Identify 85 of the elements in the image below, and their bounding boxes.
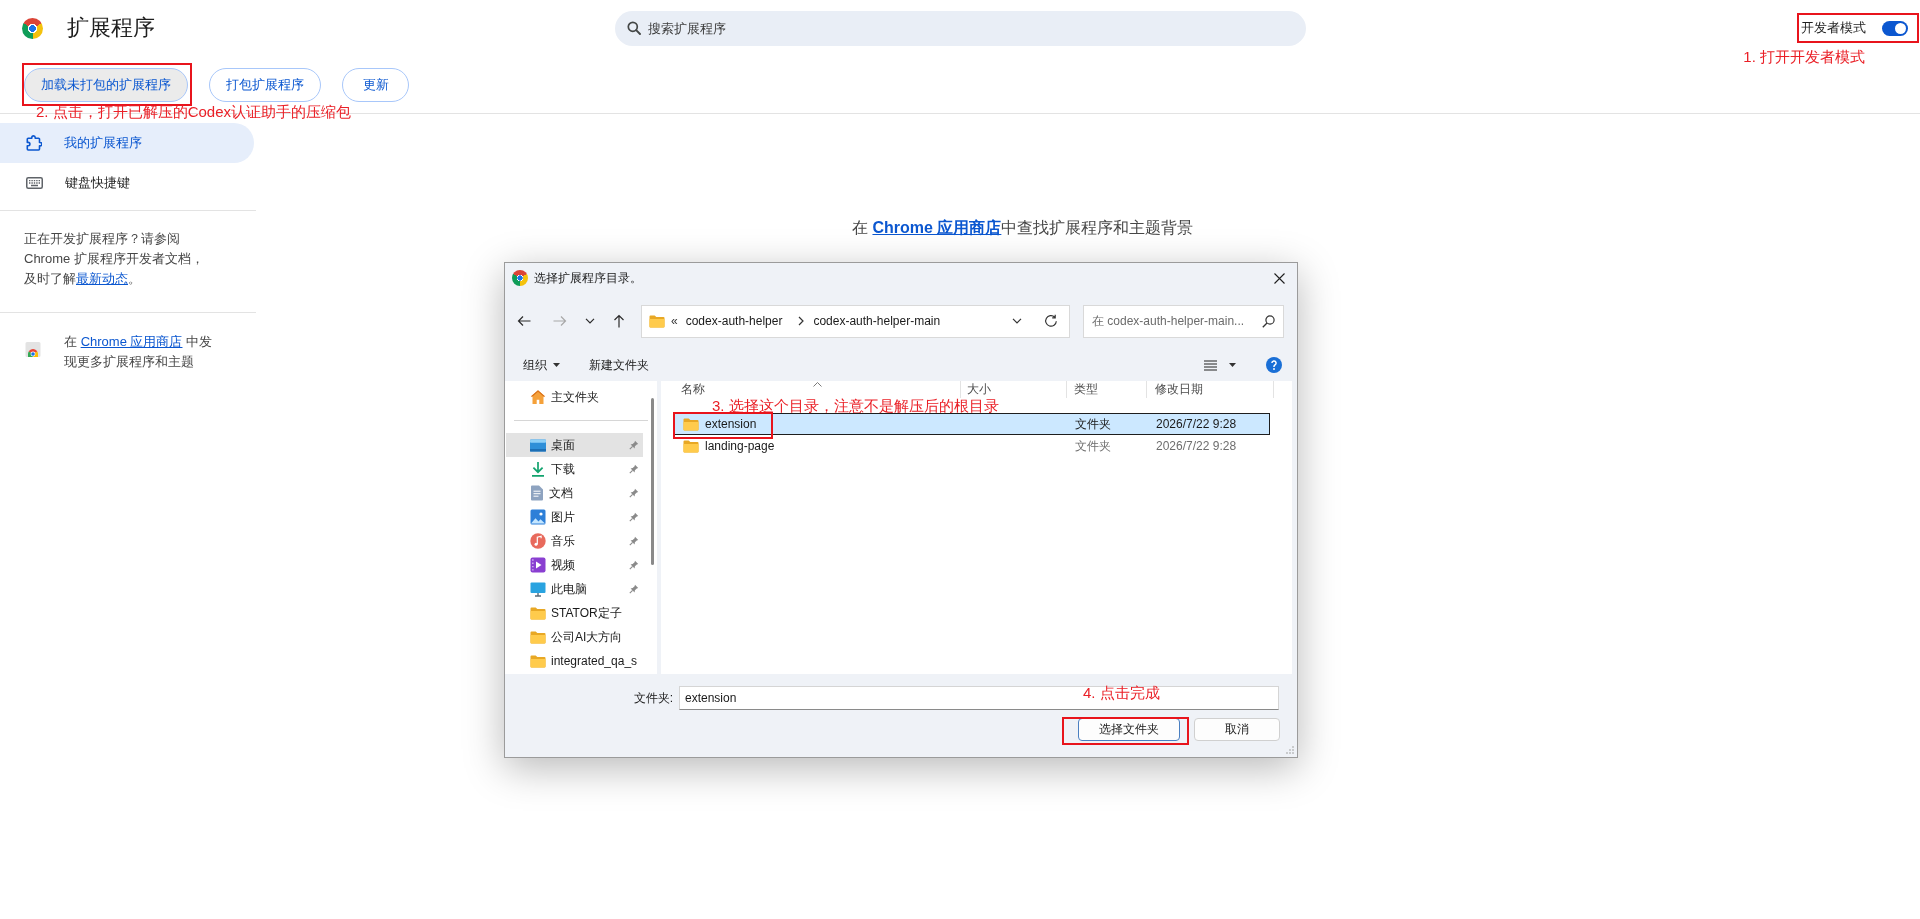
file-date: 2026/7/22 9:28 — [1155, 417, 1238, 431]
caret-icon — [1229, 363, 1236, 367]
logo-icon — [512, 270, 528, 286]
store-link[interactable]: Chrome 应用商店 — [80, 334, 183, 349]
sidebar-item[interactable]: 键盘快捷键 — [0, 163, 254, 203]
store-icon — [24, 340, 42, 358]
back-arrow-icon[interactable] — [516, 313, 532, 329]
store-link[interactable]: Chrome 应用商店 — [872, 219, 1002, 236]
puzzle-icon — [26, 135, 42, 151]
chevron-down-icon[interactable] — [585, 318, 595, 324]
update-button[interactable]: 更新 — [342, 67, 409, 102]
chevron-down-icon[interactable] — [1012, 318, 1022, 324]
search-icon — [1262, 314, 1275, 328]
file-name: extension — [705, 417, 757, 431]
column-header[interactable]: 类型 — [1067, 381, 1147, 398]
load-unpacked-button[interactable]: 加载未打包的扩展程序 — [24, 67, 188, 102]
chevron-right-icon[interactable] — [798, 316, 805, 326]
toggle-switch[interactable] — [1882, 20, 1908, 36]
logo-icon — [22, 17, 43, 39]
music-icon — [530, 533, 546, 549]
scrollbar-thumb[interactable] — [651, 398, 654, 565]
search-field[interactable]: 搜索扩展程序 — [614, 10, 1306, 46]
column-header[interactable]: 名称 — [661, 381, 961, 398]
picture-icon — [530, 509, 546, 525]
sidebar-item[interactable]: 我的扩展程序 — [0, 123, 254, 163]
file-row[interactable]: landing-page 文件夹 2026/7/22 9:28 — [674, 435, 1270, 457]
breadcrumb-item[interactable]: codex-auth-helper-main — [813, 314, 941, 328]
home-icon — [530, 389, 546, 405]
store-note: 在 Chrome 应用商店 中发现更多扩展程序和主题 — [64, 333, 214, 371]
search-field[interactable]: 在 codex-auth-helper-main... — [1083, 304, 1284, 338]
dialog-title: 选择扩展程序目录。 — [534, 269, 642, 287]
developer-note: 正在开发扩展程序？请参阅 Chrome 扩展程序开发者文档，及时了解最新动态。 — [24, 230, 205, 288]
file-type: 文件夹 — [1074, 415, 1112, 433]
folder-icon — [530, 630, 546, 644]
nav-item[interactable]: 视频 — [506, 553, 643, 577]
news-link[interactable]: 最新动态 — [76, 271, 128, 286]
folder-icon — [683, 439, 699, 453]
annotation-text: 4. 点击完成 — [1083, 685, 1160, 701]
nav-item[interactable]: 音乐 — [506, 529, 643, 553]
cancel-button[interactable]: 取消 — [1194, 718, 1280, 741]
nav-item[interactable]: STATOR定子 — [506, 601, 643, 625]
keyboard-icon — [26, 177, 43, 189]
folder-icon — [530, 606, 546, 620]
column-header[interactable]: 修改日期 — [1147, 381, 1274, 398]
pack-extension-button[interactable]: 打包扩展程序 — [209, 67, 321, 102]
developer-mode-label: 开发者模式 — [1801, 20, 1866, 36]
search-icon — [626, 21, 641, 35]
help-icon[interactable] — [1266, 357, 1282, 373]
annotation-text: 1. 打开开发者模式 — [1743, 49, 1865, 65]
video-icon — [530, 557, 546, 573]
file-type: 文件夹 — [1074, 437, 1112, 455]
breadcrumb-item[interactable]: codex-auth-helper — [685, 314, 783, 328]
folder-icon — [530, 654, 546, 668]
folder-icon — [649, 314, 665, 328]
desktop-icon — [530, 438, 546, 452]
new-folder-button[interactable]: 新建文件夹 — [589, 356, 649, 374]
column-header[interactable]: 大小 — [961, 381, 1067, 398]
nav-item[interactable]: 下载 — [506, 457, 643, 481]
select-folder-button[interactable]: 选择文件夹 — [1078, 718, 1180, 741]
document-icon — [530, 485, 544, 501]
address-bar[interactable]: « codex-auth-helper codex-auth-helper-main — [641, 304, 1070, 338]
nav-item[interactable]: 主文件夹 — [506, 385, 643, 409]
refresh-icon[interactable] — [1044, 314, 1058, 328]
resize-grip-icon[interactable] — [1286, 746, 1294, 754]
organize-button[interactable]: 组织 — [523, 356, 560, 374]
nav-item[interactable]: 公司AI大方向 — [506, 625, 643, 649]
store-message: 在 Chrome 应用商店中查找扩展程序和主题背景 — [852, 218, 1194, 238]
caret-icon — [553, 363, 560, 367]
close-icon[interactable] — [1274, 272, 1285, 284]
field-label: 文件夹: — [633, 689, 673, 707]
annotation-text: 2. 点击，打开已解压的Codex认证助手的压缩包 — [36, 104, 352, 119]
path-overflow-button[interactable]: « — [671, 314, 678, 328]
nav-item[interactable]: 桌面 — [506, 433, 643, 457]
download-icon — [530, 461, 546, 477]
nav-item[interactable]: integrated_qa_s — [506, 649, 643, 673]
folder-icon — [683, 417, 699, 431]
up-arrow-icon[interactable] — [611, 313, 627, 329]
computer-icon — [530, 581, 546, 597]
nav-item[interactable]: 此电脑 — [506, 577, 643, 601]
file-name: landing-page — [705, 439, 775, 453]
file-date: 2026/7/22 9:28 — [1155, 439, 1238, 453]
nav-item[interactable]: 图片 — [506, 505, 643, 529]
nav-item[interactable]: 文档 — [506, 481, 643, 505]
list-view-icon[interactable] — [1204, 359, 1217, 371]
page-title: 扩展程序 — [67, 14, 155, 42]
